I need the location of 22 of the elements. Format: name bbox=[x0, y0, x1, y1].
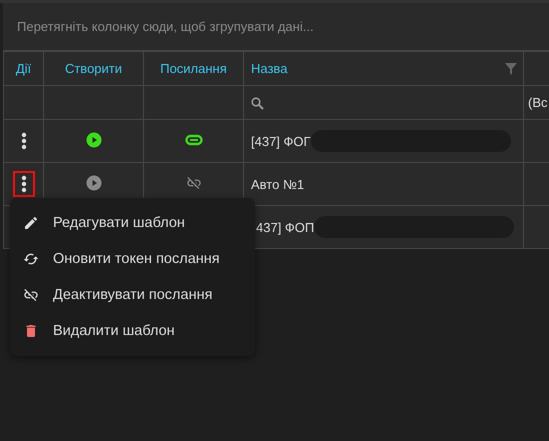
play-icon[interactable] bbox=[86, 174, 102, 190]
column-header[interactable]: Дії bbox=[16, 61, 32, 76]
row-name: Авто №1 bbox=[251, 176, 304, 192]
row-name: [437] ФОГ bbox=[251, 134, 311, 148]
menu-item[interactable]: Оновити токен послання bbox=[10, 241, 255, 277]
broken-link-icon bbox=[186, 174, 202, 190]
refresh-icon bbox=[23, 251, 39, 267]
play-icon[interactable] bbox=[86, 132, 102, 148]
pencil-icon bbox=[23, 215, 39, 231]
broken-link-icon bbox=[23, 287, 39, 303]
menu-item[interactable]: Редагувати шаблон bbox=[10, 205, 255, 241]
menu-item[interactable]: Видалити шаблон bbox=[10, 313, 255, 349]
group-by-field[interactable]: Перетягніть колонку сюди, щоб згрупувати дані... bbox=[3, 3, 549, 51]
link-icon[interactable] bbox=[184, 134, 202, 146]
more-icon bbox=[20, 175, 26, 193]
column-header[interactable]: Назва bbox=[251, 61, 288, 76]
filter-icon[interactable] bbox=[505, 62, 517, 74]
more-icon bbox=[20, 132, 26, 150]
more-button[interactable] bbox=[12, 171, 34, 197]
row-name: 437] ФОП bbox=[256, 220, 314, 234]
search-icon bbox=[251, 97, 264, 110]
menu-item[interactable]: Деактивувати послання bbox=[10, 277, 255, 313]
